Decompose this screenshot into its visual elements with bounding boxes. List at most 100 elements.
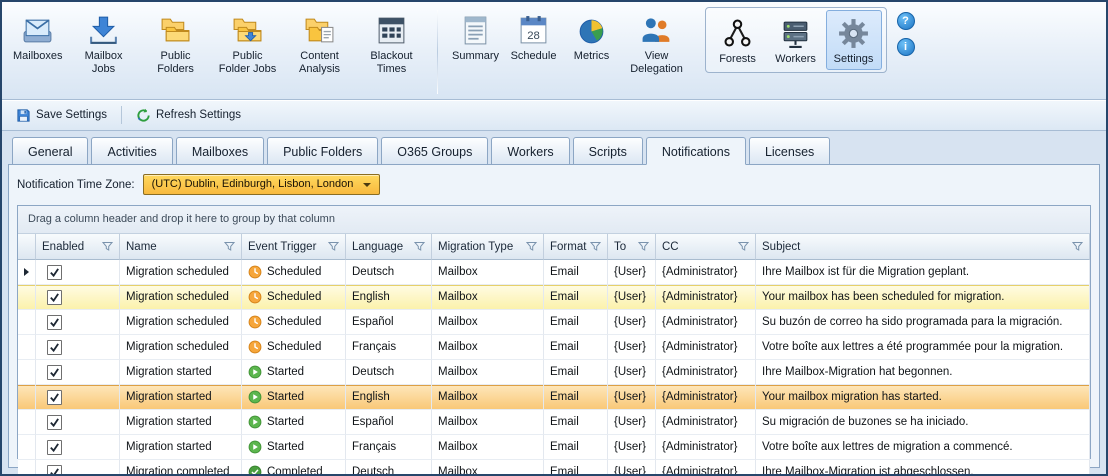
enabled-checkbox[interactable]: [47, 340, 62, 355]
enabled-checkbox[interactable]: [47, 465, 62, 476]
column-header-migration-type[interactable]: Migration Type: [432, 234, 544, 260]
format-cell: Email: [544, 310, 608, 335]
filter-icon[interactable]: [1072, 241, 1083, 252]
ribbon-button-summary[interactable]: Summary: [448, 7, 504, 67]
enabled-checkbox[interactable]: [47, 265, 62, 280]
enabled-checkbox[interactable]: [47, 290, 62, 305]
migration-type-cell: Mailbox: [432, 435, 544, 460]
ribbon-button-metrics[interactable]: Metrics: [564, 7, 620, 67]
column-header-format[interactable]: Format: [544, 234, 608, 260]
cc-cell: {Administrator}: [656, 460, 756, 476]
table-row[interactable]: Migration startedStartedDeutschMailboxEm…: [18, 360, 1090, 385]
table-row[interactable]: Migration startedStartedEnglishMailboxEm…: [18, 385, 1090, 410]
language-cell: Español: [346, 310, 432, 335]
table-row[interactable]: Migration scheduledScheduledEnglishMailb…: [18, 285, 1090, 310]
ribbon-toolbar: MailboxesMailbox JobsPublic FoldersPubli…: [2, 2, 1106, 100]
ribbon-button-label: Public Folder Jobs: [217, 50, 279, 75]
check-icon: [49, 342, 60, 353]
help-button[interactable]: ?: [897, 12, 915, 30]
column-header-subject[interactable]: Subject: [756, 234, 1090, 260]
filter-icon[interactable]: [590, 241, 601, 252]
ribbon-button-mailbox-jobs[interactable]: Mailbox Jobs: [69, 7, 139, 79]
cc-cell: {Administrator}: [656, 435, 756, 460]
workers-icon: [779, 15, 812, 51]
table-row[interactable]: Migration completedCompletedDeutschMailb…: [18, 460, 1090, 476]
refresh-settings-button[interactable]: Refresh Settings: [130, 105, 247, 126]
column-header-language[interactable]: Language: [346, 234, 432, 260]
ribbon-button-public-folder-jobs[interactable]: Public Folder Jobs: [213, 7, 283, 79]
timezone-row: Notification Time Zone: (UTC) Dublin, Ed…: [17, 174, 1091, 195]
trigger-started-icon: [248, 390, 262, 404]
row-indicator-cell: [18, 360, 36, 385]
save-settings-button[interactable]: Save Settings: [10, 105, 113, 126]
filter-icon[interactable]: [738, 241, 749, 252]
tab-licenses[interactable]: Licenses: [749, 137, 830, 165]
trigger-label: Started: [267, 391, 304, 403]
tab-workers[interactable]: Workers: [491, 137, 569, 165]
column-header-enabled[interactable]: Enabled: [36, 234, 120, 260]
group-by-bar[interactable]: Drag a column header and drop it here to…: [18, 206, 1090, 234]
settings-icon: [837, 15, 870, 51]
tab-mailboxes[interactable]: Mailboxes: [176, 137, 264, 165]
column-header-to[interactable]: To: [608, 234, 656, 260]
notifications-tab-panel: Notification Time Zone: (UTC) Dublin, Ed…: [8, 164, 1100, 468]
table-row[interactable]: Migration scheduledScheduledDeutschMailb…: [18, 260, 1090, 285]
language-cell: English: [346, 385, 432, 410]
tab-general[interactable]: General: [12, 137, 88, 165]
tab-scripts[interactable]: Scripts: [573, 137, 643, 165]
table-row[interactable]: Migration scheduledScheduledFrançaisMail…: [18, 335, 1090, 360]
language-cell: Deutsch: [346, 360, 432, 385]
enabled-checkbox[interactable]: [47, 415, 62, 430]
column-header-label: Language: [352, 241, 403, 253]
enabled-checkbox[interactable]: [47, 390, 62, 405]
language-cell: Deutsch: [346, 260, 432, 285]
ribbon-button-workers[interactable]: Workers: [768, 10, 824, 70]
enabled-checkbox[interactable]: [47, 365, 62, 380]
settings-toolbar: Save Settings Refresh Settings: [2, 100, 1106, 131]
column-header-name[interactable]: Name: [120, 234, 242, 260]
tab-activities[interactable]: Activities: [91, 137, 172, 165]
enabled-checkbox[interactable]: [47, 315, 62, 330]
filter-icon[interactable]: [102, 241, 113, 252]
tab-public-folders[interactable]: Public Folders: [267, 137, 378, 165]
enabled-checkbox[interactable]: [47, 440, 62, 455]
column-header-label: To: [614, 241, 626, 253]
check-icon: [49, 317, 60, 328]
ribbon-button-content-analysis[interactable]: Content Analysis: [285, 7, 355, 79]
ribbon-button-schedule[interactable]: 28Schedule: [506, 7, 562, 67]
ribbon-button-view-delegation[interactable]: View Delegation: [622, 7, 692, 79]
filter-icon[interactable]: [526, 241, 537, 252]
ribbon-button-label: Metrics: [574, 50, 609, 63]
ribbon-button-forests[interactable]: Forests: [710, 10, 766, 70]
language-cell: Deutsch: [346, 460, 432, 476]
ribbon-button-public-folders[interactable]: Public Folders: [141, 7, 211, 79]
column-header-cc[interactable]: CC: [656, 234, 756, 260]
info-button[interactable]: i: [897, 38, 915, 56]
column-header-label: Migration Type: [438, 241, 513, 253]
ribbon-button-mailboxes[interactable]: Mailboxes: [9, 7, 67, 67]
filter-icon[interactable]: [638, 241, 649, 252]
timezone-select[interactable]: (UTC) Dublin, Edinburgh, Lisbon, London: [143, 174, 381, 195]
table-row[interactable]: Migration startedStartedEspañolMailboxEm…: [18, 410, 1090, 435]
migration-type-cell: Mailbox: [432, 385, 544, 410]
table-row[interactable]: Migration scheduledScheduledEspañolMailb…: [18, 310, 1090, 335]
cc-cell: {Administrator}: [656, 310, 756, 335]
check-icon: [49, 392, 60, 403]
ribbon-button-blackout-times[interactable]: Blackout Times: [357, 7, 427, 79]
table-row[interactable]: Migration startedStartedFrançaisMailboxE…: [18, 435, 1090, 460]
main-content: GeneralActivitiesMailboxesPublic Folders…: [2, 131, 1106, 474]
migration-type-cell: Mailbox: [432, 310, 544, 335]
enabled-cell: [36, 260, 120, 285]
column-header-event-trigger[interactable]: Event Trigger: [242, 234, 346, 260]
trigger-started-icon: [248, 365, 262, 379]
filter-icon[interactable]: [328, 241, 339, 252]
tab-o365-groups[interactable]: O365 Groups: [381, 137, 488, 165]
column-header-label: CC: [662, 241, 679, 253]
filter-icon[interactable]: [224, 241, 235, 252]
name-cell: Migration started: [120, 360, 242, 385]
cc-cell: {Administrator}: [656, 410, 756, 435]
column-header-label: Event Trigger: [248, 241, 316, 253]
filter-icon[interactable]: [414, 241, 425, 252]
tab-notifications[interactable]: Notifications: [646, 137, 746, 165]
ribbon-button-settings[interactable]: Settings: [826, 10, 882, 70]
